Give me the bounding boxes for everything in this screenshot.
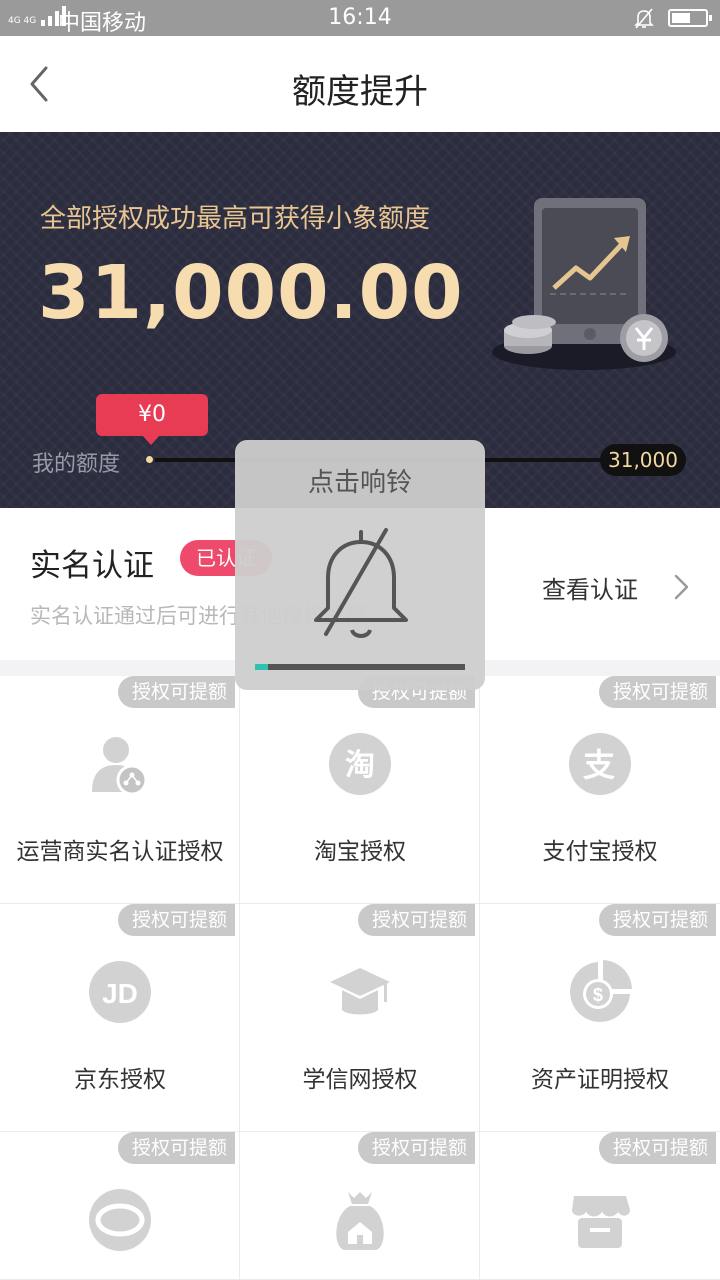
- asset-dollar-icon: $: [570, 960, 632, 1022]
- quota-boost-tag: 授权可提额: [598, 676, 716, 708]
- svg-text:淘: 淘: [345, 748, 375, 783]
- auth-item-taobao[interactable]: 授权可提额 淘 淘宝授权: [240, 676, 480, 904]
- auth-item-social-security[interactable]: 授权可提额 SI: [0, 1132, 240, 1280]
- authorization-grid: 授权可提额 运营商实名认证授权 授权可提额 淘 淘宝授权 授权可提额 支 支付宝…: [0, 676, 720, 1280]
- toast-progress-fill: [255, 664, 268, 670]
- auth-item-label: 运营商实名认证授权: [16, 839, 224, 865]
- quota-boost-tag: 授权可提额: [357, 1132, 475, 1164]
- my-quota-label: 我的额度: [32, 452, 121, 477]
- auth-item-carrier[interactable]: 授权可提额 运营商实名认证授权: [0, 676, 240, 904]
- nav-header: 额度提升: [0, 36, 720, 132]
- view-verification-link[interactable]: 查看认证: [542, 570, 638, 605]
- toast-progress-bar: [255, 664, 465, 670]
- jd-icon: JD: [89, 961, 151, 1023]
- housing-fund-icon: [336, 1192, 384, 1250]
- quota-boost-tag: 授权可提额: [357, 904, 475, 936]
- auth-item-housing-fund[interactable]: 授权可提额: [240, 1132, 480, 1280]
- status-time: 16:14: [328, 5, 392, 30]
- auth-item-label: 京东授权: [74, 1067, 166, 1093]
- auth-item-label: 学信网授权: [302, 1067, 418, 1093]
- svg-text:支: 支: [583, 746, 615, 784]
- current-quota-bubble: ¥0: [96, 394, 208, 445]
- ring-toast[interactable]: 点击响铃: [235, 440, 485, 690]
- social-security-icon: SI: [89, 1189, 151, 1251]
- svg-text:SI: SI: [112, 1212, 129, 1231]
- real-name-title: 实名认证: [30, 548, 154, 584]
- bell-muted-icon: [634, 8, 654, 29]
- auth-item-alipay[interactable]: 授权可提额 支 支付宝授权: [480, 676, 720, 904]
- shop-icon: [572, 1196, 630, 1248]
- banner-subtitle: 全部授权成功最高可获得小象额度: [40, 204, 431, 234]
- auth-item-shop[interactable]: 授权可提额: [480, 1132, 720, 1280]
- auth-item-label: 淘宝授权: [314, 839, 406, 865]
- toast-title: 点击响铃: [307, 468, 412, 498]
- auth-item-chsi[interactable]: 授权可提额 学信网授权: [240, 904, 480, 1132]
- page-title: 额度提升: [292, 72, 428, 112]
- finance-illustration: [492, 198, 676, 370]
- quota-boost-tag: 授权可提额: [117, 904, 235, 936]
- carrier-user-icon: [92, 737, 148, 796]
- svg-text:$: $: [593, 985, 603, 1005]
- auth-item-label: 支付宝授权: [542, 839, 658, 865]
- graduation-cap-icon: [330, 968, 390, 1015]
- quota-max-pill: 31,000: [600, 444, 686, 476]
- taobao-icon: 淘: [329, 733, 391, 795]
- quota-boost-tag: 授权可提额: [598, 1132, 716, 1164]
- quota-boost-tag: 授权可提额: [117, 1132, 235, 1164]
- svg-text:JD: JD: [102, 978, 138, 1009]
- bell-muted-icon: [314, 528, 408, 638]
- quota-boost-tag: 授权可提额: [117, 676, 235, 708]
- chevron-right-icon[interactable]: [672, 572, 692, 602]
- auth-item-jd[interactable]: 授权可提额 JD 京东授权: [0, 904, 240, 1132]
- quota-progress-dot: [144, 454, 155, 465]
- auth-item-label: 资产证明授权: [531, 1067, 669, 1093]
- quota-boost-tag: 授权可提额: [598, 904, 716, 936]
- alipay-icon: 支: [569, 733, 631, 795]
- status-bar: 4G 4G 中国移动 16:14: [0, 0, 720, 36]
- auth-item-asset[interactable]: 授权可提额 $ 资产证明授权: [480, 904, 720, 1132]
- battery-icon: [668, 9, 712, 27]
- max-quota-amount: 31,000.00: [38, 250, 464, 336]
